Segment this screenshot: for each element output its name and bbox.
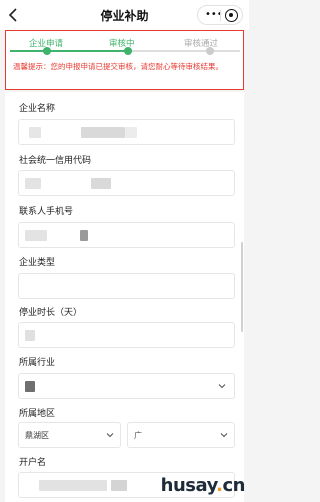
watermark-logo: husay.cn bbox=[160, 475, 246, 496]
watermark-tld: cn bbox=[222, 475, 246, 496]
chevron-down-icon bbox=[220, 433, 228, 438]
town-value: 广 bbox=[134, 431, 142, 440]
redacted-text bbox=[25, 178, 41, 189]
industry-label: 所属行业 bbox=[19, 358, 56, 368]
region-label: 所属地区 bbox=[19, 409, 56, 419]
chevron-down-icon bbox=[106, 433, 114, 438]
review-status-panel: 企业申请 审核中 审核通过 温馨提示：您的申报申请已提交审核，请您耐心等待审核结… bbox=[5, 30, 244, 90]
step-dot-reviewing bbox=[124, 47, 132, 55]
company-type-field[interactable] bbox=[18, 273, 235, 299]
company-name-label: 企业名称 bbox=[19, 104, 56, 114]
step-dot-approved bbox=[206, 47, 214, 55]
town-select[interactable]: 广 bbox=[127, 422, 235, 448]
account-name-label: 开户名 bbox=[19, 458, 47, 468]
credit-code-label: 社会统一信用代码 bbox=[19, 156, 92, 166]
phone-field[interactable] bbox=[18, 222, 235, 248]
application-form: 企业名称 社会统一信用代码 联系人手机号 企业类型 停业时长（天） 所属行业 所… bbox=[5, 92, 244, 502]
district-select[interactable]: 鼎湖区 bbox=[18, 422, 121, 448]
redacted-text bbox=[80, 230, 88, 241]
nav-bar: 停业补助 ••• bbox=[0, 0, 249, 30]
redacted-text bbox=[81, 127, 125, 138]
phone-label: 联系人手机号 bbox=[19, 207, 74, 217]
step-dot-apply bbox=[43, 47, 51, 55]
miniprogram-capsule: ••• bbox=[197, 5, 243, 25]
industry-select[interactable] bbox=[18, 373, 235, 399]
suspension-duration-label: 停业时长（天） bbox=[19, 308, 83, 318]
company-name-field[interactable] bbox=[18, 119, 235, 145]
progress-track-done bbox=[10, 50, 132, 52]
step-label-approved: 审核通过 bbox=[184, 39, 219, 49]
capsule-divider bbox=[220, 10, 221, 21]
redacted-text bbox=[29, 127, 41, 138]
credit-code-field[interactable] bbox=[18, 170, 235, 196]
progress-track-pending bbox=[132, 50, 240, 52]
redacted-text bbox=[25, 330, 35, 341]
redacted-text bbox=[25, 230, 47, 241]
redacted-text bbox=[39, 480, 107, 491]
scrollbar[interactable] bbox=[241, 242, 243, 332]
district-value: 鼎湖区 bbox=[25, 431, 49, 440]
redacted-text bbox=[91, 178, 111, 189]
suspension-duration-field[interactable] bbox=[18, 322, 235, 348]
notice-text: 温馨提示：您的申报申请已提交审核，请您耐心等待审核结果。 bbox=[13, 62, 223, 71]
redacted-text bbox=[111, 480, 127, 491]
redacted-text bbox=[125, 127, 137, 138]
target-icon[interactable] bbox=[225, 9, 238, 22]
redacted-text bbox=[25, 381, 35, 392]
chevron-down-icon bbox=[218, 384, 226, 389]
company-type-label: 企业类型 bbox=[19, 258, 56, 268]
watermark-main: husay bbox=[160, 475, 217, 496]
